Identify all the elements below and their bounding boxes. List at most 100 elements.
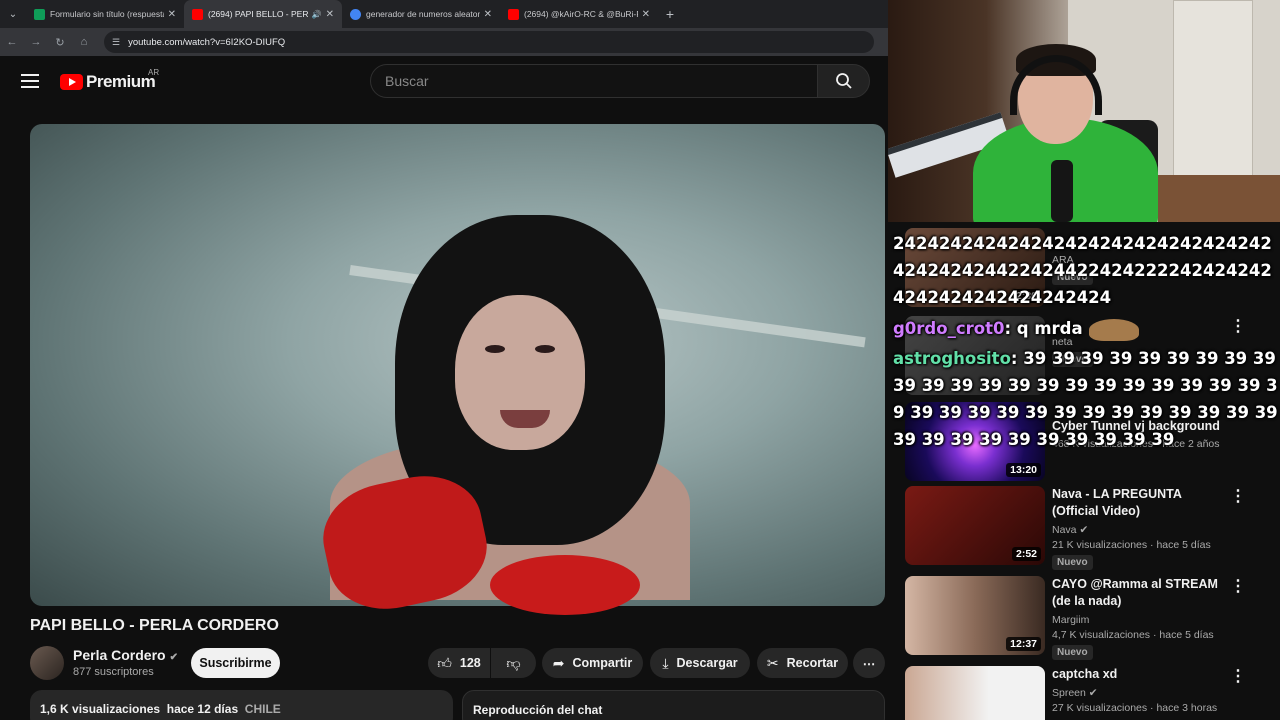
chat-replay-button[interactable]: Reproducción del chat	[462, 690, 885, 720]
recommendation-item[interactable]: 2:52 Nava - LA PREGUNTA (Official Video)…	[905, 486, 1222, 570]
new-tab-icon[interactable]: +	[658, 6, 682, 22]
thumbs-up-icon: 👍︎	[437, 654, 452, 671]
share-label: Compartir	[572, 656, 633, 670]
home-icon[interactable]: ⌂	[72, 36, 96, 48]
download-icon: ⤓	[662, 654, 669, 671]
clip-label: Recortar	[786, 656, 839, 670]
video-title-link[interactable]: CAYO @Ramma al STREAM (de la nada)	[1052, 576, 1222, 610]
subscriber-count: 877 suscriptores	[73, 666, 154, 678]
country-code: AR	[148, 68, 160, 77]
hashtag[interactable]: CHILE	[245, 702, 281, 716]
more-icon: ⋯	[862, 656, 876, 671]
chat-message: astroghosito: 39 39 39 39 39 39 39 39 39…	[893, 345, 1278, 453]
chat-username: g0rdo_crot0	[893, 319, 1005, 338]
emote-icon	[1088, 318, 1139, 341]
video-thumbnail[interactable]: 2:52	[905, 486, 1045, 565]
more-actions-button[interactable]: ⋯	[853, 648, 885, 678]
close-tab-icon[interactable]: ✕	[326, 9, 334, 20]
duration-badge: 13:20	[1006, 463, 1041, 477]
browser-tab-active[interactable]: (2694) PAPI BELLO - PERLA 🔊 ✕	[184, 0, 342, 28]
search-button[interactable]	[817, 64, 870, 98]
url-text: youtube.com/watch?v=6I2KO-DIUFQ	[128, 36, 286, 48]
new-badge: Nuevo	[1052, 555, 1093, 570]
video-meta: 4,7 K visualizaciones · hace 5 días	[1052, 629, 1214, 641]
close-tab-icon[interactable]: ✕	[484, 9, 492, 20]
youtube-favicon-icon	[508, 8, 519, 20]
verified-icon: ✔	[169, 652, 178, 663]
tab-title: generador de numeros aleaton	[366, 9, 480, 19]
search-input[interactable]: Buscar	[370, 64, 818, 98]
webcam-overlay	[888, 0, 1280, 222]
channel-label[interactable]: Nava ✔	[1052, 524, 1222, 536]
chat-text: : q mrda	[1004, 319, 1083, 338]
channel-label[interactable]: Spreen ✔	[1052, 687, 1222, 699]
back-arrow-icon[interactable]: ←	[0, 36, 24, 48]
like-count: 128	[459, 656, 481, 670]
google-favicon-icon	[350, 8, 361, 20]
view-count: 1,6 K visualizaciones	[40, 702, 161, 716]
thumbs-down-icon: 👎︎	[506, 654, 521, 671]
channel-name-text: Perla Cordero	[73, 647, 166, 663]
screen: ⌄ Formulario sin título (respuesta ✕ (26…	[0, 0, 1280, 720]
video-title-link[interactable]: captcha xd	[1052, 666, 1222, 683]
close-tab-icon[interactable]: ✕	[642, 9, 650, 20]
close-tab-icon[interactable]: ✕	[168, 9, 176, 20]
more-options-icon[interactable]: ⋮	[1230, 576, 1246, 596]
video-meta: 27 K visualizaciones · hace 3 horas	[1052, 702, 1218, 714]
youtube-logo[interactable]: Premium AR	[60, 68, 159, 92]
forward-arrow-icon[interactable]: →	[24, 36, 48, 48]
more-options-icon[interactable]: ⋮	[1230, 666, 1246, 686]
video-title-link[interactable]: Nava - LA PREGUNTA (Official Video)	[1052, 486, 1222, 520]
duration-badge: 2:52	[1011, 547, 1041, 561]
dislike-button[interactable]: 👎︎	[491, 648, 536, 678]
new-badge: Nuevo	[1052, 645, 1093, 660]
chat-message: 2424242424242424242424242424242424242424…	[893, 234, 1272, 307]
audio-playing-icon[interactable]: 🔊	[312, 10, 322, 19]
sheets-favicon-icon	[34, 8, 45, 20]
clip-button[interactable]: ✂ Recortar	[757, 648, 848, 678]
site-info-icon[interactable]: ☰	[112, 37, 120, 48]
channel-label[interactable]: Margiim	[1052, 614, 1222, 626]
recommendation-item[interactable]: captcha xd Spreen ✔ 27 K visualizaciones…	[905, 666, 1222, 720]
upload-date: hace 12 días	[166, 702, 239, 716]
chat-username: astroghosito	[893, 349, 1011, 368]
share-button[interactable]: ➦ Compartir	[542, 648, 643, 678]
channel-avatar[interactable]	[30, 646, 64, 680]
more-options-icon[interactable]: ⋮	[1230, 486, 1246, 506]
video-meta: 21 K visualizaciones · hace 5 días	[1052, 539, 1211, 551]
tab-title: (2694) PAPI BELLO - PERLA	[208, 9, 308, 19]
video-title: PAPI BELLO - PERLA CORDERO	[30, 617, 279, 634]
subscribe-button[interactable]: Suscribirme	[191, 648, 280, 678]
browser-tab[interactable]: Formulario sin título (respuesta ✕	[26, 0, 184, 28]
menu-icon[interactable]	[21, 74, 39, 92]
url-field[interactable]: ☰ youtube.com/watch?v=6I2KO-DIUFQ	[104, 31, 874, 53]
duration-badge: 12:37	[1006, 637, 1041, 651]
download-label: Descargar	[676, 656, 738, 670]
chat-message: g0rdo_crot0: q mrda	[893, 315, 1278, 342]
browser-tab[interactable]: generador de numeros aleaton ✕	[342, 0, 500, 28]
recommendation-item[interactable]: 12:37 CAYO @Ramma al STREAM (de la nada)…	[905, 576, 1222, 660]
search-icon	[835, 73, 852, 89]
browser-tab-bar: ⌄ Formulario sin título (respuesta ✕ (26…	[0, 0, 888, 28]
tab-title: Formulario sin título (respuesta	[50, 9, 164, 19]
youtube-play-icon	[60, 74, 83, 90]
tab-title: (2694) @kAirO-RC & @BuRi-RC	[524, 9, 638, 19]
video-thumbnail[interactable]	[905, 666, 1045, 720]
reload-icon[interactable]: ↻	[48, 36, 72, 49]
download-button[interactable]: ⤓ Descargar	[650, 648, 750, 678]
like-button[interactable]: 👍︎ 128	[428, 648, 490, 678]
address-bar: ← → ↻ ⌂ ☰ youtube.com/watch?v=6I2KO-DIUF…	[0, 28, 888, 56]
video-thumbnail[interactable]: 12:37	[905, 576, 1045, 655]
youtube-favicon-icon	[192, 8, 203, 20]
channel-name-text: Spreen	[1052, 687, 1086, 699]
brand-label: Premium	[86, 72, 156, 91]
share-icon: ➦	[552, 654, 565, 671]
tab-search-icon[interactable]: ⌄	[0, 0, 26, 28]
channel-name-text: Nava	[1052, 524, 1077, 536]
scissors-icon: ✂	[766, 654, 779, 671]
channel-name[interactable]: Perla Cordero ✔	[73, 647, 178, 663]
verified-icon: ✔	[1088, 687, 1098, 699]
verified-icon: ✔	[1079, 524, 1089, 536]
browser-tab[interactable]: (2694) @kAirO-RC & @BuRi-RC ✕	[500, 0, 658, 28]
description-box[interactable]: 1,6 K visualizaciones hace 12 días CHILE	[30, 690, 453, 720]
